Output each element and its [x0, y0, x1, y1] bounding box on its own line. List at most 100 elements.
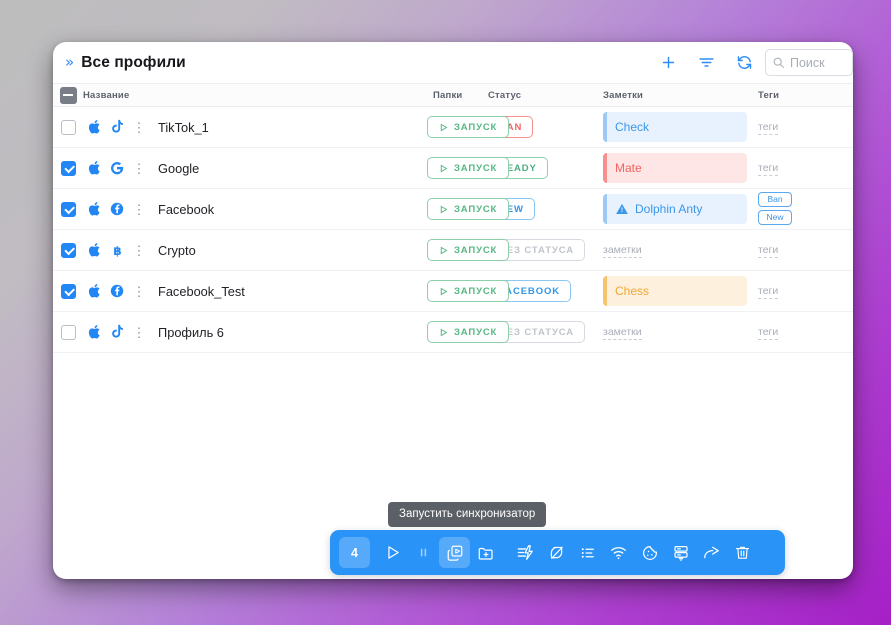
dots-vertical-icon[interactable]: ⋮	[128, 162, 150, 175]
statuses-button[interactable]	[572, 537, 603, 568]
row-select-cell[interactable]	[53, 271, 83, 312]
row-checkbox[interactable]	[61, 325, 76, 340]
row-select-cell[interactable]	[53, 107, 83, 148]
tags-placeholder[interactable]: теги	[758, 285, 778, 299]
tags-cell[interactable]: теги	[758, 271, 853, 312]
cookies-button[interactable]	[634, 537, 665, 568]
notes-cell[interactable]: Check	[603, 107, 758, 148]
search-icon	[772, 56, 785, 69]
selected-count-badge[interactable]: 4	[339, 537, 370, 568]
row-checkbox[interactable]	[61, 284, 76, 299]
column-header-tags[interactable]: Теги	[758, 84, 853, 107]
bitcoin-icon: ฿	[106, 242, 128, 259]
profile-name-cell[interactable]: ⋮Профиль 6ЗАПУСК	[83, 312, 433, 353]
row-checkbox[interactable]	[61, 202, 76, 217]
note-chip[interactable]: Chess	[603, 276, 747, 306]
page-title: Все профили	[81, 54, 186, 72]
table-row[interactable]: ⋮TikTok_1ЗАПУСКпапкиBANCheckтеги	[53, 107, 853, 148]
tags-cell[interactable]: Ban New	[758, 189, 853, 230]
proxy-button[interactable]	[603, 537, 634, 568]
dots-vertical-icon[interactable]: ⋮	[128, 121, 150, 134]
table-row[interactable]: ฿⋮CryptoЗАПУСКпапкиБЕЗ СТАТУСАзаметкитег…	[53, 230, 853, 271]
row-select-cell[interactable]	[53, 148, 83, 189]
column-header-notes[interactable]: Заметки	[603, 84, 758, 107]
tiktok-icon	[106, 119, 128, 135]
table-row[interactable]: ⋮GoogleЗАПУСКпапкиREADYMateтеги	[53, 148, 853, 189]
notes-cell[interactable]: Dolphin Anty	[603, 189, 758, 230]
play-icon	[384, 544, 401, 561]
note-chip[interactable]: Check	[603, 112, 747, 142]
note-chip[interactable]: Dolphin Anty	[603, 194, 747, 224]
run-profile-button[interactable]: ЗАПУСК	[427, 280, 509, 302]
notes-placeholder[interactable]: заметки	[603, 326, 642, 340]
tag-pill[interactable]: Ban	[758, 192, 792, 207]
profile-name-cell[interactable]: ⋮TikTok_1ЗАПУСК	[83, 107, 433, 148]
column-header-folders[interactable]: Папки	[433, 84, 488, 107]
select-all-checkbox[interactable]	[60, 87, 77, 104]
row-checkbox[interactable]	[61, 161, 76, 176]
table-row[interactable]: ⋮Facebook_TestЗАПУСКпапкиFACEBOOKChessте…	[53, 271, 853, 312]
share-button[interactable]	[696, 537, 727, 568]
tags-placeholder[interactable]: теги	[758, 121, 778, 135]
add-profile-button[interactable]	[649, 42, 687, 83]
filter-button[interactable]	[687, 42, 725, 83]
tags-placeholder[interactable]: теги	[758, 326, 778, 340]
row-select-cell[interactable]	[53, 189, 83, 230]
add-to-folder-button[interactable]	[470, 537, 501, 568]
start-button[interactable]	[377, 537, 408, 568]
run-profile-button[interactable]: ЗАПУСК	[427, 321, 509, 343]
profile-name-cell[interactable]: ⋮FacebookЗАПУСК	[83, 189, 433, 230]
table-row[interactable]: ⋮FacebookЗАПУСКпапкиNEWDolphin AntyBanNe…	[53, 189, 853, 230]
notes-cell[interactable]: Chess	[603, 271, 758, 312]
column-header-status[interactable]: Статус	[488, 84, 603, 107]
tags-cell[interactable]: теги	[758, 148, 853, 189]
tag-pill[interactable]: New	[758, 210, 792, 225]
dots-vertical-icon[interactable]: ⋮	[128, 326, 150, 339]
note-text: Mate	[615, 161, 642, 175]
select-all-cell[interactable]	[53, 84, 83, 107]
column-header-name[interactable]: Название	[83, 84, 433, 107]
run-profile-button[interactable]: ЗАПУСК	[427, 239, 509, 261]
synchronizer-button[interactable]	[439, 537, 470, 568]
note-chip[interactable]: Mate	[603, 153, 747, 183]
trash-icon	[734, 544, 751, 561]
profile-name-cell[interactable]: ฿⋮CryptoЗАПУСК	[83, 230, 433, 271]
row-select-cell[interactable]	[53, 312, 83, 353]
notes-cell[interactable]: Mate	[603, 148, 758, 189]
dots-vertical-icon[interactable]: ⋮	[128, 203, 150, 216]
profile-name-cell[interactable]: ⋮Facebook_TestЗАПУСК	[83, 271, 433, 312]
tags-placeholder[interactable]: теги	[758, 244, 778, 258]
table-row[interactable]: ⋮Профиль 6ЗАПУСКпапкиБЕЗ СТАТУСАзаметкит…	[53, 312, 853, 353]
profile-name-cell[interactable]: ⋮GoogleЗАПУСК	[83, 148, 433, 189]
tags-cell[interactable]: теги	[758, 312, 853, 353]
transfer-button[interactable]	[510, 537, 541, 568]
notes-placeholder[interactable]: заметки	[603, 244, 642, 258]
notes-cell[interactable]: заметки	[603, 312, 758, 353]
apple-icon	[84, 324, 106, 340]
clear-tags-button[interactable]	[541, 537, 572, 568]
pause-button[interactable]	[408, 537, 439, 568]
tags-placeholder[interactable]: теги	[758, 162, 778, 176]
profile-name: Google	[150, 161, 199, 176]
chevron-double-right-icon[interactable]: »	[65, 55, 72, 70]
row-checkbox[interactable]	[61, 243, 76, 258]
row-checkbox[interactable]	[61, 120, 76, 135]
run-profile-button[interactable]: ЗАПУСК	[427, 198, 509, 220]
server-upload-icon	[672, 544, 690, 562]
dots-vertical-icon[interactable]: ⋮	[128, 244, 150, 257]
row-select-cell[interactable]	[53, 230, 83, 271]
list-icon	[579, 544, 597, 562]
run-label: ЗАПУСК	[454, 286, 497, 297]
refresh-button[interactable]	[725, 42, 763, 83]
dots-vertical-icon[interactable]: ⋮	[128, 285, 150, 298]
export-server-button[interactable]	[665, 537, 696, 568]
delete-button[interactable]	[727, 537, 758, 568]
tags-cell[interactable]: теги	[758, 230, 853, 271]
warning-icon	[615, 202, 629, 216]
tags-cell[interactable]: теги	[758, 107, 853, 148]
run-profile-button[interactable]: ЗАПУСК	[427, 116, 509, 138]
notes-cell[interactable]: заметки	[603, 230, 758, 271]
search-input[interactable]: Поиск	[765, 49, 853, 76]
facebook-icon	[106, 201, 128, 217]
run-profile-button[interactable]: ЗАПУСК	[427, 157, 509, 179]
